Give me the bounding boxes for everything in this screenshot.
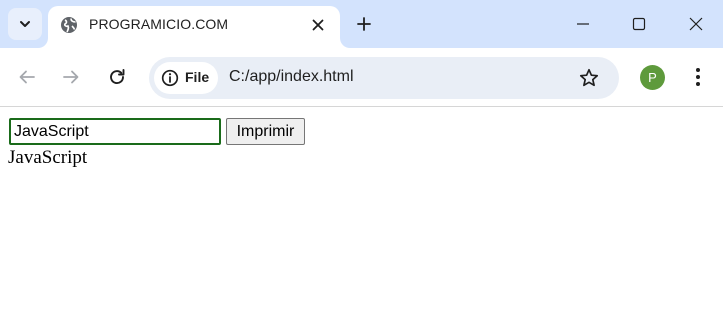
chevron-down-icon: [20, 21, 30, 27]
tab-strip: PROGRAMICIO.COM: [0, 0, 723, 48]
info-icon: [161, 69, 179, 87]
bookmark-button[interactable]: [577, 66, 601, 90]
site-info-chip[interactable]: File: [154, 62, 218, 94]
arrow-left-icon: [19, 70, 35, 84]
print-button[interactable]: Imprimir: [226, 118, 305, 145]
globe-icon: [61, 17, 77, 33]
site-chip-label: File: [185, 69, 210, 85]
new-tab-button[interactable]: [352, 12, 376, 36]
close-icon: [689, 17, 703, 31]
maximize-button[interactable]: [625, 10, 653, 38]
tab-search-button[interactable]: [8, 8, 42, 40]
output-text: JavaScript: [8, 147, 88, 168]
url-text[interactable]: C:/app/index.html: [229, 68, 354, 86]
tab-title: PROGRAMICIO.COM: [89, 16, 229, 32]
plus-icon: [357, 17, 371, 31]
arrow-right-icon: [63, 70, 79, 84]
minimize-button[interactable]: [569, 10, 597, 38]
address-bar[interactable]: File C:/app/index.html: [149, 57, 619, 99]
profile-avatar[interactable]: P: [640, 65, 665, 90]
window-close-button[interactable]: [682, 10, 710, 38]
forward-button[interactable]: [58, 64, 84, 90]
star-icon: [579, 68, 599, 87]
back-button[interactable]: [14, 64, 40, 90]
maximize-icon: [632, 17, 646, 31]
tab-close-button[interactable]: [308, 15, 328, 35]
text-input[interactable]: [9, 118, 221, 145]
reload-button[interactable]: [104, 64, 130, 90]
browser-toolbar: File C:/app/index.html P: [0, 48, 723, 107]
browser-tab[interactable]: PROGRAMICIO.COM: [48, 6, 340, 48]
page-content: Imprimir JavaScript: [0, 108, 723, 319]
more-vert-icon: [696, 68, 700, 86]
close-icon: [312, 19, 324, 31]
minimize-icon: [577, 23, 589, 25]
browser-menu-button[interactable]: [686, 65, 710, 89]
reload-icon: [110, 69, 125, 85]
